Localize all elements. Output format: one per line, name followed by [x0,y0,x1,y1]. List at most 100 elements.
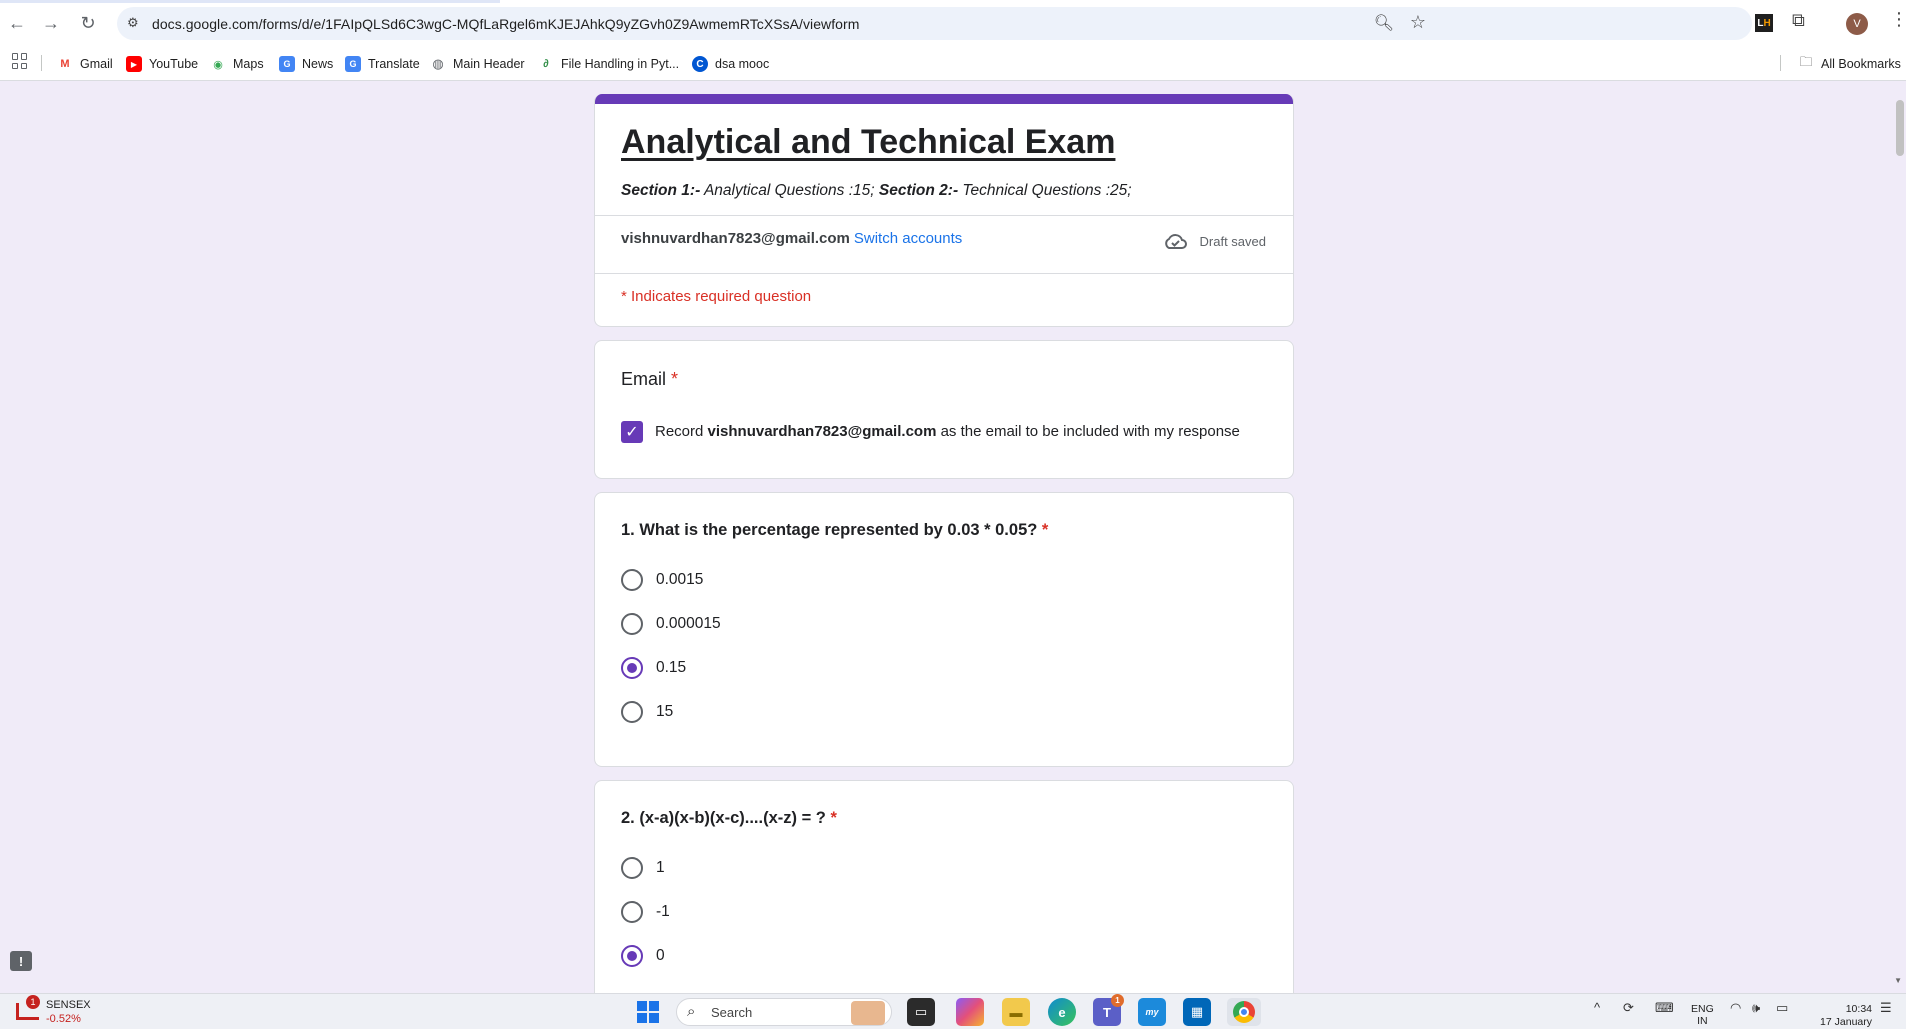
radio-button[interactable] [621,701,643,723]
keyboard-icon[interactable]: ⌨ [1655,1000,1674,1016]
record-email-checkbox[interactable]: ✓ [621,421,643,443]
bookmark-translate[interactable]: G Translate [345,53,420,75]
bookmark-label: YouTube [149,57,199,71]
radio-option[interactable]: -1 [621,900,670,924]
sync-icon[interactable]: ⟳ [1623,1000,1634,1016]
folder-icon: 🗀 [1799,54,1813,69]
option-label: 15 [656,703,674,720]
stock-widget[interactable]: 1 SENSEX -0.52% [14,995,91,1026]
globe-icon: ◍ [432,56,444,71]
address-bar[interactable]: ⚙ docs.google.com/forms/d/e/1FAIpQLSd6C3… [117,7,1752,40]
coursera-icon: C [692,56,708,72]
file-explorer-icon[interactable]: ▬ [1002,998,1030,1026]
required-star: * [830,809,837,827]
extension-icon[interactable]: LH [1755,14,1773,32]
email-question-card: Email * ✓ Record vishnuvardhan7823@gmail… [594,340,1294,479]
radio-button-selected[interactable] [621,945,643,967]
bookmark-dsa-mooc[interactable]: C dsa mooc [692,53,769,75]
menu-kebab-icon[interactable]: ⋮ [1890,10,1906,28]
form-title: Analytical and Technical Exam [621,123,1116,161]
option-label: 0.15 [656,659,687,676]
url-text[interactable]: docs.google.com/forms/d/e/1FAIpQLSd6C3wg… [152,16,859,32]
required-note: * Indicates required question [621,288,812,305]
youtube-icon: ▶ [126,56,142,72]
bookmark-label: dsa mooc [715,57,770,71]
bookmark-news[interactable]: G News [279,53,333,75]
bookmark-star-icon[interactable]: ☆ [1410,12,1426,33]
stock-change: -0.52% [46,1013,81,1025]
teams-badge: 1 [1111,994,1124,1007]
header-divider [595,215,1293,216]
radio-option[interactable]: 0.000015 [621,612,721,636]
gmail-icon: M [60,58,70,70]
bookmark-youtube[interactable]: ▶ YouTube [126,53,198,75]
site-settings-icon[interactable]: ⚙ [127,15,145,31]
windows-start-icon[interactable] [634,998,662,1026]
radio-option[interactable]: 15 [621,700,673,724]
email-label-text: Email [621,369,667,389]
copilot-icon[interactable] [956,998,984,1026]
stock-badge: 1 [26,995,40,1009]
system-clock[interactable]: 10:34 17 January [1812,1003,1872,1029]
section-2-label: Section 2:- [878,182,959,199]
record-email: vishnuvardhan7823@gmail.com [707,423,937,440]
battery-icon[interactable]: ▭ [1776,1000,1788,1016]
radio-option[interactable]: 0.0015 [621,568,703,592]
profile-avatar[interactable]: V [1846,13,1868,35]
edge-icon[interactable]: e [1048,998,1076,1026]
page-scrollbar[interactable] [1896,100,1904,156]
forward-icon[interactable]: → [38,10,64,36]
section-1-label: Section 1:- [621,182,701,199]
teams-icon[interactable]: T1 [1093,994,1124,1026]
radio-button[interactable] [621,857,643,879]
radio-option[interactable]: 0 [621,944,665,968]
form-header-card: Analytical and Technical Exam Section 1:… [594,94,1294,327]
bookmark-label: Gmail [80,57,113,71]
taskbar-search[interactable]: ⌕ Search [676,998,892,1026]
option-label: 0.000015 [656,615,721,632]
bookmark-maps[interactable]: ◉ Maps [210,53,263,75]
option-label: -1 [656,903,670,920]
option-label: 0 [656,947,665,964]
stock-name: SENSEX [46,999,91,1011]
back-icon[interactable]: ← [4,10,30,36]
record-prefix: Record [655,423,704,440]
bookmark-gmail[interactable]: M Gmail [57,53,113,75]
scroll-down-arrow-icon[interactable]: ▼ [1894,976,1902,985]
radio-button[interactable] [621,901,643,923]
translate-icon: G [345,56,361,72]
all-bookmarks[interactable]: 🗀 All Bookmarks [1798,53,1900,75]
bookmark-file-handling[interactable]: ∂ File Handling in Pyt... [538,53,679,75]
account-row: vishnuvardhan7823@gmail.com Switch accoun… [621,230,962,247]
email-question-label: Email * [621,369,678,390]
report-issue-icon[interactable]: ! [10,951,32,971]
radio-button[interactable] [621,569,643,591]
wifi-icon[interactable]: ◠ [1730,1000,1741,1016]
radio-button[interactable] [621,613,643,635]
chrome-taskbar-icon[interactable] [1227,998,1261,1026]
bookmark-label: Translate [368,57,420,71]
extensions-puzzle-icon[interactable]: ⧉ [1792,10,1805,31]
bookmark-main-header[interactable]: ◍ Main Header [430,53,525,75]
apps-grid-icon[interactable] [12,53,28,69]
reload-icon[interactable]: ↻ [75,10,101,36]
radio-option[interactable]: 1 [621,856,665,880]
task-view-icon[interactable]: ▭ [907,998,935,1026]
switch-accounts-link[interactable]: Switch accounts [854,230,962,247]
bookmark-label: Main Header [453,57,525,71]
mail-app-icon[interactable]: my [1138,998,1166,1026]
store-icon[interactable]: ▦ [1183,998,1211,1026]
form-description: Section 1:- Analytical Questions :15; Se… [621,182,1132,200]
region-code: IN [1697,1015,1708,1027]
notifications-icon[interactable]: ☰ [1880,1000,1892,1016]
volume-icon[interactable]: 🕪︎ [1752,1000,1760,1016]
cloud-done-icon [1164,234,1187,249]
language-indicator[interactable]: ENG IN [1691,1003,1714,1027]
search-label: Search [711,1005,753,1020]
radio-button-selected[interactable] [621,657,643,679]
zoom-icon[interactable]: 🔍︎ [1374,13,1394,33]
tray-overflow-icon[interactable]: ^ [1594,1000,1600,1015]
radio-option[interactable]: 0.15 [621,656,686,680]
option-label: 0.0015 [656,571,704,588]
record-email-text[interactable]: Record vishnuvardhan7823@gmail.com as th… [655,423,1240,440]
